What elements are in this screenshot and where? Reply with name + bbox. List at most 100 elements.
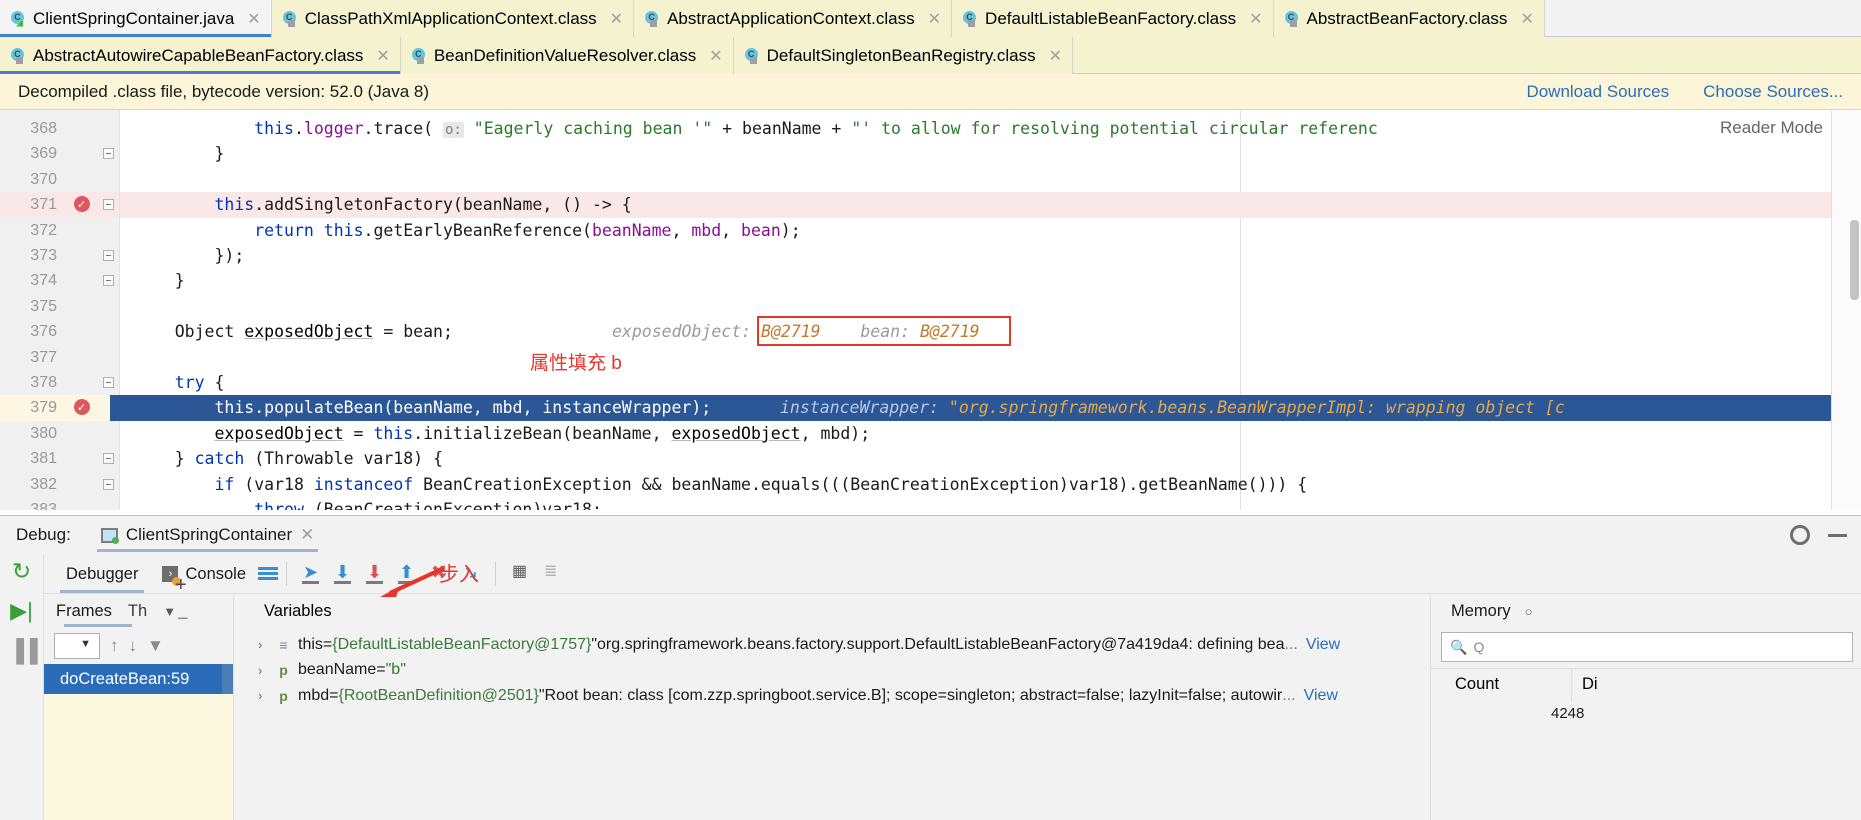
add-watch-icon[interactable]: + — [175, 574, 187, 597]
code-line[interactable]: Object exposedObject = bean; — [135, 319, 453, 344]
gutter-line[interactable]: 380 — [0, 421, 119, 446]
editor-scrollbar-thumb[interactable] — [1850, 220, 1859, 300]
tab-console[interactable]: › Console — [150, 554, 258, 594]
close-icon[interactable]: ✕ — [928, 9, 941, 29]
debug-side-toolbar[interactable]: ↻ ▶| ▐▐ — [0, 554, 44, 820]
gutter-line[interactable]: 381 — [0, 446, 119, 471]
arrow-down-icon[interactable]: ↓ — [129, 636, 138, 656]
memory-title[interactable]: Memory — [1451, 602, 1511, 621]
debugger-toolbar[interactable]: Debugger › Console ➤ ⬇ ⬇ ⬆ ✖ ↘ ▦ ≣ 步入 — [44, 554, 1861, 597]
gear-icon[interactable] — [1790, 525, 1810, 545]
debug-header-actions[interactable] — [1790, 525, 1847, 545]
view-link[interactable]: View — [1306, 636, 1340, 654]
variables-list[interactable]: › ≡ this = {DefaultListableBeanFactory@175… — [234, 628, 1430, 820]
gutter-line[interactable]: 375 — [0, 294, 119, 319]
resume-program-icon[interactable]: ▶| — [9, 598, 35, 624]
code-line[interactable]: return this.getEarlyBeanReference(beanNa… — [135, 218, 800, 243]
gutter-line[interactable]: 383 — [0, 497, 119, 510]
gutter-line[interactable]: 368 — [0, 116, 119, 141]
mute-breakpoints-icon[interactable]: ≣ — [536, 559, 568, 589]
variable-row[interactable]: › ≡ this = {DefaultListableBeanFactory@175… — [234, 632, 1430, 658]
code-line[interactable]: exposedObject = this.initializeBean(bean… — [135, 421, 870, 446]
code-fold-icon[interactable] — [103, 478, 114, 490]
rerun-icon[interactable]: ↻ — [9, 558, 35, 584]
editor-tab[interactable]: C ClassPathXmlApplicationContext.class ✕ — [271, 0, 635, 37]
choose-sources-link[interactable]: Choose Sources... — [1703, 82, 1843, 102]
tab-debugger[interactable]: Debugger — [54, 554, 150, 594]
frames-pane[interactable]: Frames Th ▼ ↑ ↓ ▼ doCreateBean:59 — [44, 594, 234, 820]
gutter-line[interactable]: 382 — [0, 472, 119, 497]
breakpoint-icon[interactable] — [74, 396, 90, 422]
gutter-line[interactable]: 373 — [0, 243, 119, 268]
tab-frames[interactable]: Frames — [56, 594, 132, 628]
code-fold-icon[interactable] — [103, 199, 114, 211]
variables-pane[interactable]: Variables › ≡ this = {DefaultListableBeanF… — [234, 594, 1431, 820]
editor-tab[interactable]: C BeanDefinitionValueResolver.class ✕ — [400, 37, 734, 74]
chevron-down-icon[interactable]: ▼ — [163, 604, 176, 619]
code-line[interactable]: if (var18 instanceof BeanCreationExcepti… — [135, 472, 1307, 497]
frames-list-rest[interactable] — [44, 694, 233, 820]
gutter-line[interactable]: 372 — [0, 218, 119, 243]
pause-program-icon[interactable]: ▐▐ — [9, 638, 38, 664]
expand-twisty-icon[interactable]: › — [258, 688, 275, 703]
gutter-line[interactable]: 374 — [0, 268, 119, 293]
code-fold-icon[interactable] — [103, 148, 114, 160]
gutter-line[interactable]: 370 — [0, 167, 119, 192]
minimize-icon[interactable] — [1828, 533, 1847, 537]
breakpoint-icon[interactable] — [74, 193, 90, 219]
close-icon[interactable]: ✕ — [1520, 9, 1533, 29]
frames-pane-tabs[interactable]: Frames Th ▼ — [44, 594, 233, 628]
variable-row[interactable]: › p mbd = {RootBeanDefinition@2501} "Root … — [234, 683, 1430, 709]
code-fold-icon[interactable] — [103, 275, 114, 287]
gutter-line[interactable]: 377 — [0, 345, 119, 370]
memory-close-icon[interactable]: ○ — [1525, 604, 1533, 619]
memory-column-diff[interactable]: Di — [1572, 675, 1662, 694]
code-line[interactable]: this.logger.trace( o: "Eagerly caching b… — [135, 116, 1378, 141]
code-fold-icon[interactable] — [103, 377, 114, 388]
close-icon[interactable]: ✕ — [1049, 46, 1062, 66]
tab-threads[interactable]: Th — [128, 594, 147, 628]
code-line[interactable]: } — [135, 141, 224, 166]
editor-tab[interactable]: C AbstractApplicationContext.class ✕ — [634, 0, 953, 37]
close-icon[interactable]: ✕ — [709, 46, 722, 66]
code-line[interactable]: try { — [135, 370, 225, 395]
editor-tab[interactable]: C DefaultListableBeanFactory.class ✕ — [952, 0, 1274, 37]
code-line[interactable]: } — [135, 268, 185, 293]
gutter-line[interactable]: 369 — [0, 141, 119, 166]
memory-row[interactable]: 4248 — [1431, 700, 1861, 726]
code-editor[interactable]: 368 369 370 371 372 373 374 375 376 377 378 379 380 3… — [0, 110, 1861, 510]
code-line[interactable]: this.populateBean(beanName, mbd, instanc… — [135, 395, 711, 420]
tab-variables[interactable]: Variables — [264, 602, 332, 621]
gutter-line[interactable]: 376 — [0, 319, 119, 344]
memory-search-input[interactable]: 🔍 Q — [1441, 632, 1853, 662]
filter-icon[interactable]: ▼ — [147, 636, 164, 656]
stop-icon[interactable] — [9, 678, 35, 704]
variable-row[interactable]: › p beanName = "b" — [234, 658, 1430, 684]
expand-twisty-icon[interactable]: › — [258, 663, 275, 678]
code-line[interactable]: } catch (Throwable var18) { — [135, 446, 443, 471]
code-line[interactable]: }); — [135, 243, 244, 268]
memory-column-count[interactable]: Count — [1431, 675, 1571, 694]
download-sources-link[interactable]: Download Sources — [1526, 82, 1669, 102]
editor-tab[interactable]: C DefaultSingletonBeanRegistry.class ✕ — [733, 37, 1074, 74]
close-icon[interactable]: ✕ — [300, 525, 314, 545]
frames-scrollbar[interactable] — [222, 664, 233, 694]
arrow-up-icon[interactable]: ↑ — [110, 636, 119, 656]
close-icon[interactable]: ✕ — [376, 46, 389, 66]
remove-watch-icon[interactable]: − — [177, 608, 189, 631]
code-line[interactable]: throw (BeanCreationException)var18; — [135, 497, 602, 510]
debug-tool-window[interactable]: Debug: ClientSpringContainer ✕ ↻ ▶| ▐▐ D… — [0, 515, 1861, 820]
close-icon[interactable]: ✕ — [610, 9, 623, 29]
show-execution-point-icon[interactable]: ➤ — [295, 559, 327, 589]
code-area[interactable]: this.logger.trace( o: "Eagerly caching b… — [120, 110, 1861, 510]
gutter-line[interactable]: 379 — [0, 395, 136, 422]
code-fold-icon[interactable] — [103, 453, 114, 465]
frame-row-selected[interactable]: doCreateBean:59 — [44, 664, 233, 694]
close-icon[interactable]: ✕ — [247, 9, 260, 29]
debug-session-tab[interactable]: ClientSpringContainer ✕ — [93, 516, 323, 554]
code-line[interactable]: this.addSingletonFactory(beanName, () ->… — [135, 192, 631, 217]
gutter-line[interactable]: 378 — [0, 370, 119, 395]
editor-tab[interactable]: C AbstractBeanFactory.class ✕ — [1273, 0, 1545, 37]
evaluate-expression-icon[interactable]: ▦ — [504, 559, 536, 589]
editor-tab[interactable]: C ClientSpringContainer.java ✕ — [0, 0, 272, 37]
